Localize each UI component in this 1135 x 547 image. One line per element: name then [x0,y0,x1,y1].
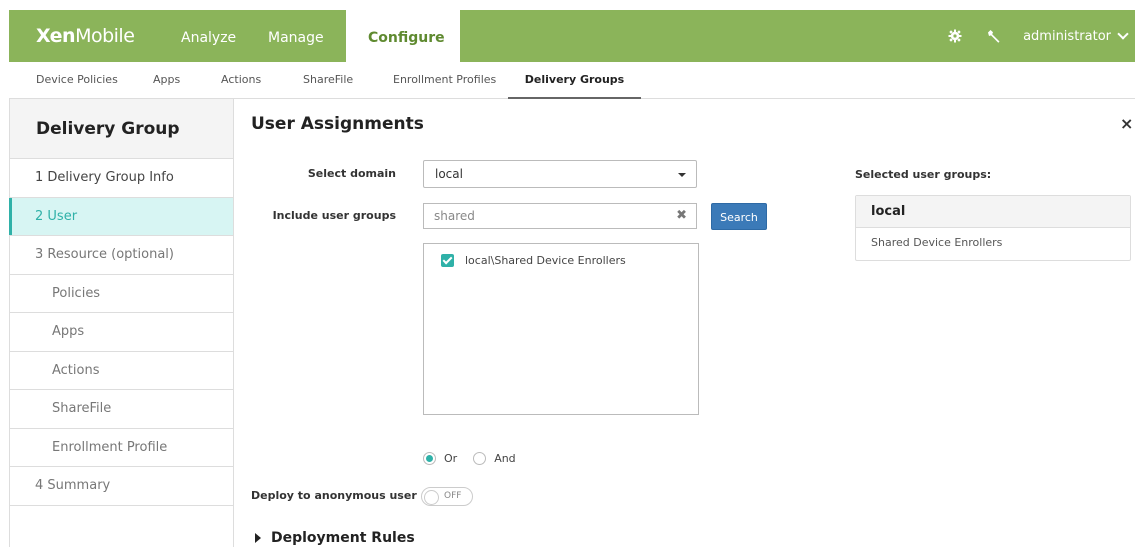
chevron-down-icon[interactable] [1117,28,1129,40]
step-actions[interactable]: Actions [10,352,233,390]
selected-group-domain: local [856,196,1130,228]
list-item-label: local\Shared Device Enrollers [465,254,626,267]
wrench-icon[interactable] [985,28,1001,44]
checkbox-checked-icon[interactable] [441,254,454,267]
step-apps[interactable]: Apps [10,313,233,352]
step-delivery-group-info[interactable]: 1 Delivery Group Info [10,159,233,198]
caret-down-icon [678,173,686,177]
deployment-rules-label: Deployment Rules [271,530,415,546]
group-search-value: shared [434,209,475,223]
step-user[interactable]: 2 User [9,197,233,236]
radio-or[interactable] [423,452,436,465]
subtab-delivery-groups[interactable]: Delivery Groups [508,62,641,99]
step-summary[interactable]: 4 Summary [10,467,233,506]
subtab-device-policies[interactable]: Device Policies [22,62,132,99]
group-search-input[interactable]: shared ✖ [423,203,697,229]
match-mode-radios: Or And [423,452,532,465]
wizard-sidebar: Delivery Group 1 Delivery Group Info 2 U… [9,99,234,547]
nav-tab-manage[interactable]: Manage [246,10,346,62]
list-item[interactable]: local\Shared Device Enrollers [441,254,626,267]
search-button[interactable]: Search [711,203,767,230]
subtab-sharefile[interactable]: ShareFile [289,62,367,99]
gear-icon[interactable] [947,28,963,44]
step-policies[interactable]: Policies [10,275,233,313]
clear-icon[interactable]: ✖ [676,204,687,228]
radio-and[interactable] [473,452,487,465]
deploy-anonymous-label: Deploy to anonymous user [251,489,417,502]
radio-and-label: And [494,452,516,465]
nav-tab-configure[interactable]: Configure [346,10,460,62]
subtab-apps[interactable]: Apps [139,62,194,99]
sidebar-title: Delivery Group [10,99,233,159]
nav-tab-analyze[interactable]: Analyze [159,10,258,62]
domain-select-value: local [435,167,463,181]
step-sharefile[interactable]: ShareFile [10,390,233,429]
step-resource[interactable]: 3 Resource (optional) [10,236,233,275]
page-title: User Assignments [251,114,424,134]
include-user-groups-label: Include user groups [272,209,396,222]
select-domain-label: Select domain [307,167,396,180]
triangle-right-icon [255,533,261,543]
selected-groups-box: local Shared Device Enrollers [855,195,1131,261]
top-bar: XenMobile Analyze Manage Configure admin… [9,10,1135,62]
close-icon[interactable]: × [1120,114,1133,133]
subtab-enrollment-profiles[interactable]: Enrollment Profiles [379,62,510,99]
domain-select[interactable]: local [423,160,697,188]
top-right-controls: administrator [947,10,1135,62]
user-menu[interactable]: administrator [1023,29,1111,44]
group-results-list: local\Shared Device Enrollers [423,243,699,415]
sub-nav: Device Policies Apps Actions ShareFile E… [9,62,1135,99]
deployment-rules-expander[interactable]: Deployment Rules [255,530,415,546]
radio-or-label: Or [444,452,458,465]
step-enrollment-profile[interactable]: Enrollment Profile [10,429,233,467]
toggle-state: OFF [444,491,462,501]
xenmobile-logo[interactable]: XenMobile [36,25,135,47]
subtab-actions[interactable]: Actions [207,62,275,99]
selected-group-item[interactable]: Shared Device Enrollers [856,228,1130,260]
selected-groups-label: Selected user groups: [855,168,992,181]
deploy-anonymous-toggle[interactable]: OFF [421,487,473,506]
